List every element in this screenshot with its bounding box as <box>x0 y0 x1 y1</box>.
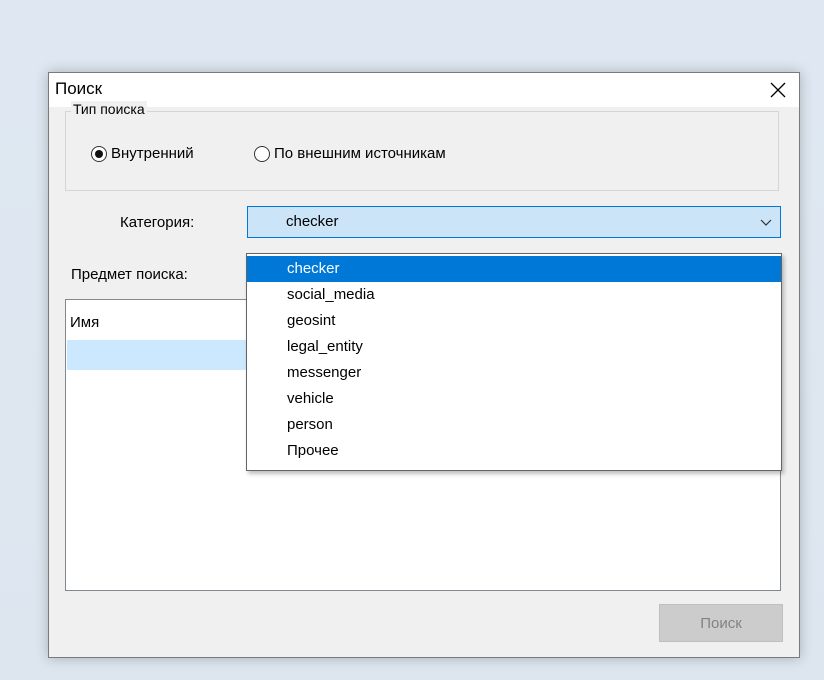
search-type-legend: Тип поиска <box>71 101 147 117</box>
radio-external-indicator[interactable] <box>254 145 270 162</box>
desktop-background: Поиск Тип поиска Внутренний По внешним и… <box>0 0 824 680</box>
category-selected-value: checker <box>286 213 339 230</box>
close-icon <box>770 82 786 98</box>
list-selected-row[interactable] <box>67 340 247 370</box>
dialog-title: Поиск <box>55 79 103 98</box>
dropdown-option[interactable]: legal_entity <box>247 334 781 360</box>
close-button[interactable] <box>763 75 793 105</box>
dropdown-option[interactable]: messenger <box>247 360 781 386</box>
category-combobox[interactable]: checker <box>247 206 781 238</box>
dropdown-option[interactable]: checker <box>247 256 781 282</box>
dialog-titlebar: Поиск <box>49 73 799 107</box>
search-dialog: Поиск Тип поиска Внутренний По внешним и… <box>48 72 800 658</box>
dropdown-option[interactable]: geosint <box>247 308 781 334</box>
category-dropdown-list[interactable]: checker social_media geosint legal_entit… <box>246 253 782 471</box>
radio-internal-indicator[interactable] <box>91 145 107 162</box>
radio-internal[interactable]: Внутренний <box>91 145 194 162</box>
subject-label: Предмет поиска: <box>71 266 188 283</box>
dropdown-option[interactable]: social_media <box>247 282 781 308</box>
dropdown-option[interactable]: Прочее <box>247 438 781 464</box>
search-button[interactable]: Поиск <box>659 604 783 642</box>
radio-internal-label: Внутренний <box>111 145 194 162</box>
radio-external[interactable]: По внешним источникам <box>254 145 446 162</box>
dropdown-option[interactable]: vehicle <box>247 386 781 412</box>
column-header-name[interactable]: Имя <box>70 314 99 331</box>
radio-external-label: По внешним источникам <box>274 145 446 162</box>
chevron-down-icon <box>760 219 772 226</box>
dropdown-option[interactable]: person <box>247 412 781 438</box>
category-label: Категория: <box>120 214 195 231</box>
